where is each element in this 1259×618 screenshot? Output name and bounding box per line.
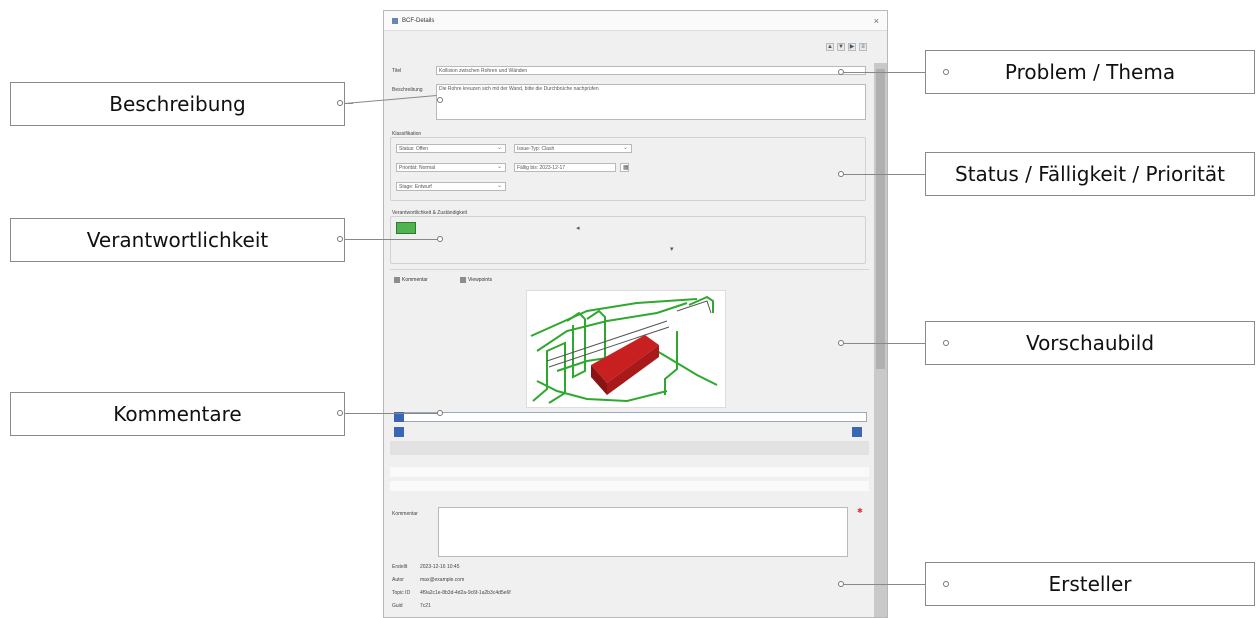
guid-row: Guid 7c21: [392, 603, 431, 609]
priority-select[interactable]: Priorität: Normal: [396, 163, 506, 172]
arrow-up-icon[interactable]: ▲: [826, 43, 834, 51]
responsibility-group: [390, 216, 866, 264]
viewpoints-tab-icon: [460, 277, 466, 283]
panel-title-bar: BCF-Details ×: [384, 11, 887, 31]
created-value: 2023-12-16 10:45: [420, 564, 460, 570]
comment-list[interactable]: [394, 412, 867, 422]
callout-vorschaubild: Vorschaubild: [925, 321, 1255, 365]
guid-label: Guid: [392, 603, 403, 609]
callout-status: Status / Fälligkeit / Priorität: [925, 152, 1255, 196]
connector-dot: [437, 97, 443, 103]
callout-problem-thema: Problem / Thema: [925, 50, 1255, 94]
connector-dot: [337, 236, 343, 242]
calendar-icon[interactable]: ▦: [620, 163, 629, 172]
topic-id-row: Topic ID 4f9a2c1e-8b3d-4d2a-9c6f-1a2b3c4d…: [392, 590, 511, 596]
close-icon[interactable]: ×: [874, 16, 879, 26]
connector-dot: [437, 236, 443, 242]
arrow-right-icon[interactable]: ▶: [848, 43, 856, 51]
tab-viewpoints-label: Viewpoints: [468, 277, 493, 283]
arrow-down-icon[interactable]: ▼: [837, 43, 845, 51]
description-label: Beschreibung: [392, 87, 423, 93]
created-row: Erstellt 2023-12-16 10:45: [392, 564, 459, 570]
type-select[interactable]: Issue-Typ: Clash: [514, 144, 632, 153]
comment-input[interactable]: [438, 507, 848, 557]
add-comment-icon[interactable]: [852, 427, 862, 437]
callout-ersteller: Ersteller: [925, 562, 1255, 606]
status-select[interactable]: Status: Offen: [396, 144, 506, 153]
preview-image[interactable]: [526, 290, 726, 408]
callout-verantwortlichkeit: Verantwortlichkeit: [10, 218, 345, 262]
connector-dot: [437, 410, 443, 416]
comment-row: [390, 481, 869, 491]
topic-id-label: Topic ID: [392, 590, 411, 596]
comment-label: Kommentar: [392, 511, 418, 517]
title-label: Titel: [392, 68, 402, 74]
tab-comment-label: Kommentar: [402, 277, 428, 283]
connector-ersteller-line: [844, 584, 925, 585]
panel-title: BCF-Details: [402, 18, 435, 24]
callout-kommentare: Kommentare: [10, 392, 345, 436]
created-label: Erstellt: [392, 564, 408, 570]
title-field[interactable]: Kollision zwischen Rohren und Wänden: [436, 66, 866, 75]
connector-vorschaubild-line: [844, 343, 925, 344]
connector-dot: [943, 69, 949, 75]
connector-dot: [337, 410, 343, 416]
connector-problem-line: [844, 72, 925, 73]
comment-avatar-icon: [394, 427, 404, 437]
guid-value: 7c21: [420, 603, 431, 609]
author-value: max@example.com: [420, 577, 465, 583]
connector-status-line: [844, 174, 925, 175]
connector-verantwortlichkeit-line: [345, 239, 437, 240]
clash-snapshot: [530, 295, 718, 404]
required-icon: ✱: [857, 508, 863, 515]
topic-id-value: 4f9a2c1e-8b3d-4d2a-9c6f-1a2b3c4d5e6f: [420, 590, 511, 596]
vertical-scrollbar[interactable]: [874, 63, 887, 617]
list-icon[interactable]: ≡: [859, 43, 867, 51]
author-row: Autor max@example.com: [392, 577, 464, 583]
assign-user-icon[interactable]: [396, 222, 416, 234]
comment-row: [390, 467, 869, 477]
section-divider: [390, 269, 869, 270]
comment-tab-icon: [394, 277, 400, 283]
scrollbar-thumb[interactable]: [876, 69, 885, 369]
connector-dot: [943, 340, 949, 346]
connector-kommentare-line: [345, 413, 437, 414]
tab-comment[interactable]: Kommentar: [394, 274, 428, 286]
stage-select[interactable]: Stage: Entwurf: [396, 182, 506, 191]
connector-dot: [337, 100, 343, 106]
callout-beschreibung: Beschreibung: [10, 82, 345, 126]
dropdown-arrow-icon[interactable]: ▾: [670, 245, 674, 253]
author-label: Autor: [392, 577, 404, 583]
panel-icon: [392, 18, 398, 24]
expand-arrow-icon[interactable]: ◂: [576, 224, 580, 232]
due-date-field[interactable]: Fällig bis: 2023-12-17: [514, 163, 616, 172]
comment-row: [390, 441, 869, 455]
description-field[interactable]: Die Rohre kreuzen sich mit der Wand, bit…: [436, 84, 866, 120]
connector-dot: [943, 581, 949, 587]
tab-viewpoints[interactable]: Viewpoints: [460, 274, 492, 286]
bcf-details-panel: BCF-Details × ▲ ▼ ▶ ≡ Titel Kollision zw…: [383, 10, 888, 618]
